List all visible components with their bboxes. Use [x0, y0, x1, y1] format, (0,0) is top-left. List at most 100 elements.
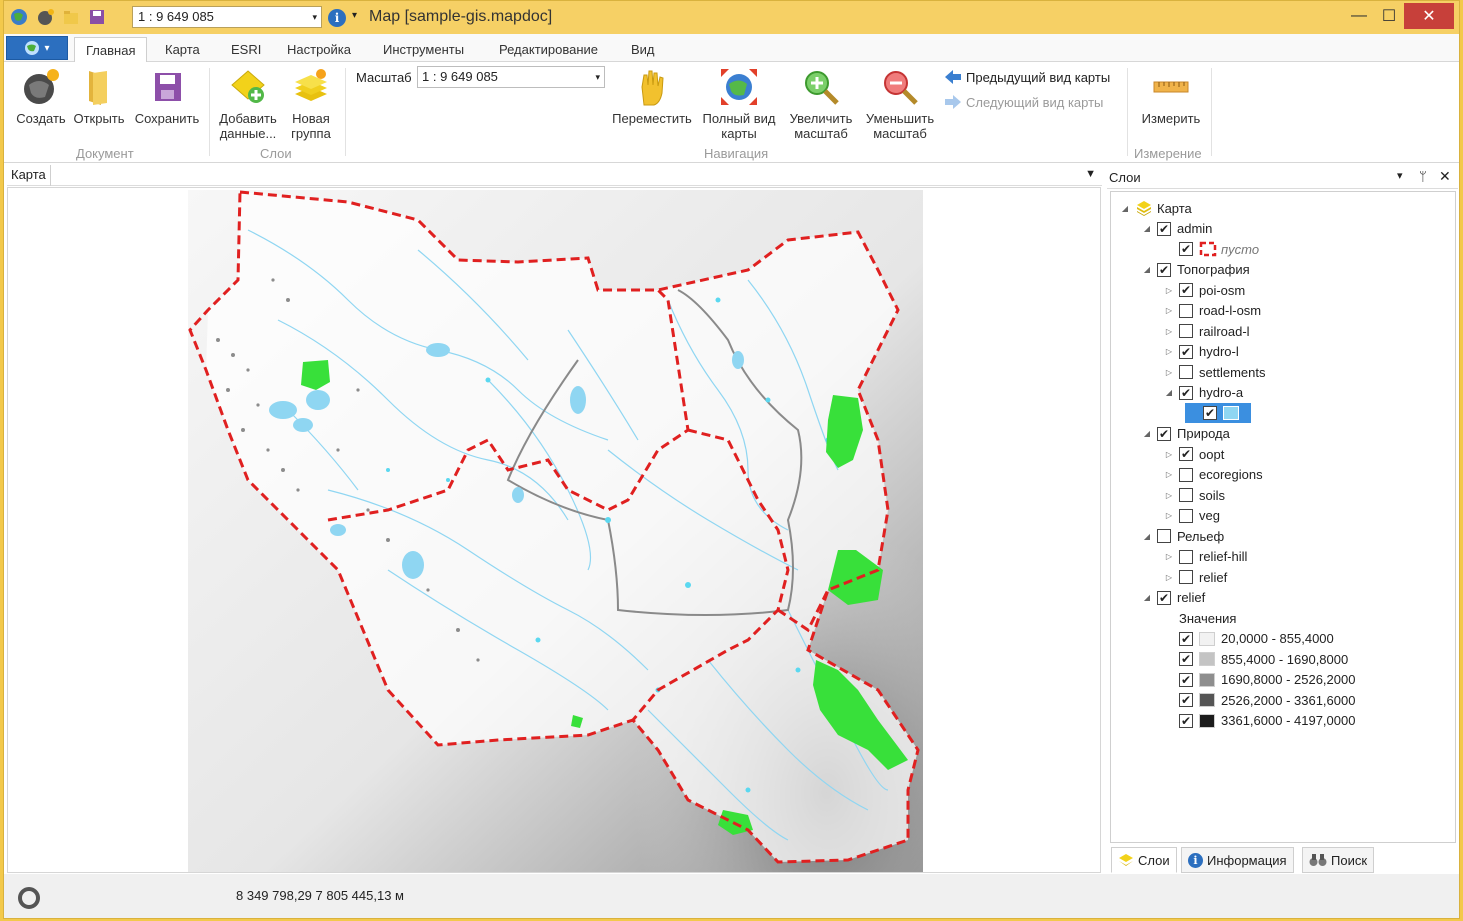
checkbox-checked[interactable]: ✔ — [1179, 283, 1193, 297]
expand-icon[interactable]: ▷ — [1163, 306, 1175, 315]
layer-tree-item[interactable]: ▷ relief-hill — [1163, 547, 1247, 567]
prev-view-button[interactable]: Предыдущий вид карты — [944, 69, 1110, 85]
layer-tree-item[interactable]: ▷ ✔ oopt — [1163, 444, 1224, 464]
pan-button[interactable]: Переместить — [610, 66, 694, 126]
collapse-icon[interactable]: ◢ — [1141, 429, 1153, 438]
checkbox-checked[interactable]: ✔ — [1179, 344, 1193, 359]
layer-tree-item[interactable]: ✔ 20,0000 - 855,4000 — [1163, 629, 1334, 649]
checkbox-checked[interactable]: ✔ — [1179, 693, 1193, 707]
layer-tree-item[interactable]: Значения — [1163, 608, 1236, 628]
collapse-icon[interactable]: ◢ — [1119, 204, 1131, 213]
layer-tree-item[interactable]: ▷ railroad-l — [1163, 321, 1250, 341]
tab-tools[interactable]: Инструменты — [372, 37, 475, 63]
zoom-in-button[interactable]: Увеличить масштаб — [782, 66, 860, 141]
create-button[interactable]: Создать — [14, 66, 68, 126]
tab-view[interactable]: Вид — [620, 37, 666, 63]
close-button[interactable]: ✕ — [1404, 3, 1454, 29]
expand-icon[interactable]: ▷ — [1163, 368, 1175, 377]
expand-icon[interactable]: ▷ — [1163, 552, 1175, 561]
checkbox-checked[interactable]: ✔ — [1157, 426, 1171, 441]
open-button[interactable]: Открыть — [70, 66, 128, 126]
layer-tree-item[interactable]: ▷ road-l-osm — [1163, 301, 1261, 321]
expand-icon[interactable]: ▷ — [1163, 450, 1175, 459]
tab-home[interactable]: Главная — [74, 37, 148, 63]
maximize-button[interactable]: ☐ — [1369, 3, 1409, 29]
layer-tree-item[interactable]: ▷ settlements — [1163, 362, 1266, 382]
checkbox-checked[interactable]: ✔ — [1179, 385, 1193, 400]
expand-icon[interactable]: ▷ — [1163, 327, 1175, 336]
app-globe-icon[interactable] — [10, 8, 28, 26]
checkbox-checked[interactable]: ✔ — [1179, 652, 1193, 666]
close-panel-icon[interactable]: ✕ — [1439, 168, 1451, 185]
expand-icon[interactable]: ▷ — [1163, 347, 1175, 356]
zoom-out-button[interactable]: Уменьшить масштаб — [860, 66, 940, 141]
expand-icon[interactable]: ▷ — [1163, 286, 1175, 295]
collapse-icon[interactable]: ◢ — [1141, 532, 1153, 541]
layer-tree-item[interactable]: ▷ ecoregions — [1163, 465, 1263, 485]
layer-tree-item[interactable]: ▷ relief — [1163, 567, 1227, 587]
new-group-button[interactable]: Новая группа — [286, 66, 336, 141]
layer-tree-item[interactable]: ▷ veg — [1163, 506, 1220, 526]
layer-tree-item[interactable]: ✔ — [1185, 403, 1251, 423]
collapse-icon[interactable]: ◢ — [1163, 388, 1175, 397]
layer-tree-item[interactable]: ▷ ✔ poi-osm — [1163, 280, 1245, 300]
checkbox-checked[interactable]: ✔ — [1179, 672, 1193, 687]
scale-combo[interactable]: 1 : 9 649 085 ▾ — [417, 66, 605, 88]
checkbox-checked[interactable]: ✔ — [1179, 242, 1193, 256]
tab-esri[interactable]: ESRI — [220, 37, 272, 63]
expand-icon[interactable]: ▷ — [1163, 573, 1175, 582]
expand-icon[interactable]: ▷ — [1163, 470, 1175, 479]
checkbox-unchecked[interactable] — [1179, 488, 1193, 502]
next-view-button[interactable]: Следующий вид карты — [944, 94, 1103, 110]
layer-tree-item[interactable]: ✔ 855,4000 - 1690,8000 — [1163, 649, 1348, 669]
tab-information[interactable]: i Информация — [1181, 847, 1294, 873]
layer-tree-item[interactable]: ◢ ✔ Топография — [1141, 260, 1250, 280]
app-menu-button[interactable]: ▾ — [6, 36, 68, 60]
map-canvas[interactable] — [7, 187, 1101, 873]
checkbox-unchecked[interactable] — [1179, 570, 1193, 584]
layer-tree-item[interactable]: ◢ Карта — [1119, 198, 1192, 218]
checkbox-checked[interactable]: ✔ — [1157, 590, 1171, 605]
measure-button[interactable]: Измерить — [1134, 66, 1208, 126]
layer-tree-item[interactable]: ✔ пусто — [1163, 239, 1259, 259]
save-button[interactable]: Сохранить — [130, 66, 204, 126]
checkbox-unchecked[interactable] — [1179, 324, 1193, 338]
panel-menu-icon[interactable]: ▼ — [1085, 168, 1096, 180]
checkbox-checked[interactable]: ✔ — [1179, 447, 1193, 461]
expand-icon[interactable]: ▷ — [1163, 491, 1175, 500]
checkbox-checked[interactable]: ✔ — [1157, 221, 1171, 236]
collapse-icon[interactable]: ◢ — [1141, 265, 1153, 274]
layer-tree-item[interactable]: ▷ ✔ hydro-l — [1163, 342, 1239, 362]
checkbox-checked[interactable]: ✔ — [1179, 631, 1193, 646]
qa-dropdown-icon[interactable]: ▾ — [352, 10, 357, 21]
collapse-icon[interactable]: ◢ — [1141, 224, 1153, 233]
add-data-button[interactable]: Добавить данные... — [216, 66, 280, 141]
tab-editing[interactable]: Редактирование — [488, 37, 609, 63]
layer-tree-item[interactable]: ▷ soils — [1163, 485, 1225, 505]
info-icon[interactable]: i — [328, 9, 346, 27]
checkbox-unchecked[interactable] — [1179, 303, 1193, 318]
pin-icon[interactable]: ᛘ — [1419, 169, 1427, 184]
new-document-icon[interactable] — [37, 8, 55, 26]
title-scale-combo[interactable]: 1 : 9 649 085 ▾ — [132, 6, 322, 28]
layer-tree-item[interactable]: ◢ ✔ admin — [1141, 219, 1213, 239]
panel-dropdown-icon[interactable]: ▾ — [1397, 169, 1403, 182]
full-extent-button[interactable]: Полный вид карты — [698, 66, 780, 141]
checkbox-checked[interactable]: ✔ — [1157, 262, 1171, 277]
map-view[interactable] — [188, 190, 923, 872]
tab-layers[interactable]: Слои — [1111, 847, 1177, 873]
layer-tree-item[interactable]: ✔ 2526,2000 - 3361,6000 — [1163, 690, 1355, 710]
open-folder-icon[interactable] — [62, 8, 80, 26]
collapse-icon[interactable]: ◢ — [1141, 593, 1153, 602]
checkbox-unchecked[interactable] — [1179, 549, 1193, 564]
tab-map[interactable]: Карта — [154, 37, 211, 63]
layer-tree-item[interactable]: ◢ Рельеф — [1141, 526, 1224, 546]
layer-tree-item[interactable]: ◢ ✔ Природа — [1141, 424, 1230, 444]
checkbox-checked[interactable]: ✔ — [1179, 713, 1193, 728]
checkbox-checked[interactable]: ✔ — [1203, 406, 1217, 420]
tab-search[interactable]: Поиск — [1302, 847, 1375, 873]
tab-settings[interactable]: Настройка — [276, 37, 362, 63]
checkbox-unchecked[interactable] — [1157, 529, 1171, 543]
layer-tree-item[interactable]: ◢ ✔ hydro-a — [1163, 383, 1243, 403]
checkbox-unchecked[interactable] — [1179, 365, 1193, 379]
